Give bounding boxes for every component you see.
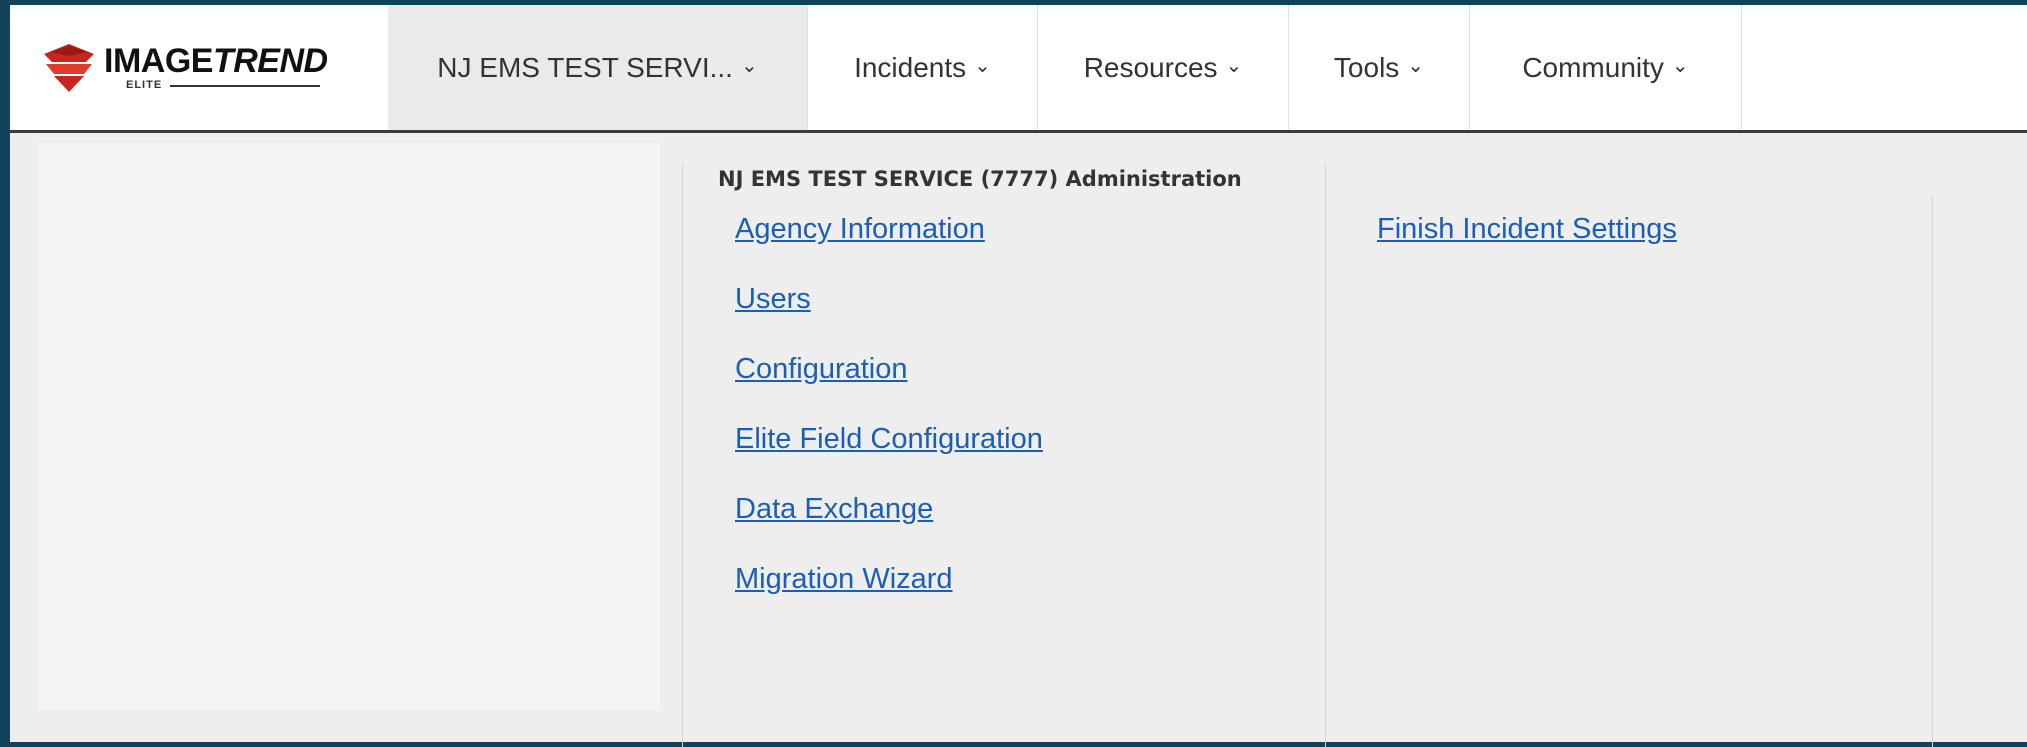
nav-item-label: Resources	[1083, 51, 1218, 83]
nav-item-label: Incidents	[854, 51, 967, 83]
chevron-down-icon: ⌄	[1407, 55, 1425, 77]
link-agency-information[interactable]: Agency Information	[735, 213, 985, 246]
chevron-down-icon: ⌄	[974, 55, 991, 77]
nav-item-community[interactable]: Community ⌄	[1470, 5, 1742, 130]
nav-item-label: Tools	[1333, 51, 1400, 83]
link-users[interactable]: Users	[735, 283, 811, 316]
link-configuration[interactable]: Configuration	[735, 353, 908, 386]
logo[interactable]: IMAGETREND ELITE	[10, 5, 388, 130]
link-finish-incident-settings[interactable]: Finish Incident Settings	[1377, 213, 1677, 246]
top-navigation: IMAGETREND ELITE NJ EMS TEST SERVI... ⌄ …	[10, 5, 2027, 133]
link-migration-wizard[interactable]: Migration Wizard	[735, 563, 953, 596]
app-frame: IMAGETREND ELITE NJ EMS TEST SERVI... ⌄ …	[10, 5, 2027, 747]
logo-brand-prefix: IMAGE	[104, 42, 213, 80]
nav-item-agency[interactable]: NJ EMS TEST SERVI... ⌄	[388, 5, 808, 130]
logo-wordmark: IMAGETREND	[104, 44, 328, 78]
column-divider	[1325, 163, 1326, 747]
dropdown-left-panel	[38, 143, 660, 710]
nav-item-label: NJ EMS TEST SERVI...	[437, 51, 733, 83]
nav-item-label: Community	[1522, 51, 1664, 83]
chevron-down-icon: ⌄	[740, 55, 758, 77]
column-divider	[1932, 195, 1933, 747]
imagetrend-logo-icon	[44, 43, 94, 92]
link-elite-field-configuration[interactable]: Elite Field Configuration	[735, 423, 1043, 456]
logo-rule	[170, 84, 321, 87]
nav-item-incidents[interactable]: Incidents ⌄	[808, 5, 1038, 130]
link-data-exchange[interactable]: Data Exchange	[735, 493, 933, 526]
chevron-down-icon: ⌄	[1225, 55, 1243, 77]
nav-item-resources[interactable]: Resources ⌄	[1038, 5, 1289, 130]
logo-elite-label: ELITE	[126, 79, 163, 91]
dropdown-heading: NJ EMS TEST SERVICE (7777) Administratio…	[718, 167, 1242, 191]
logo-brand-suffix: TREND	[212, 42, 328, 80]
column-divider	[682, 163, 683, 747]
nav-item-tools[interactable]: Tools ⌄	[1289, 5, 1470, 130]
chevron-down-icon: ⌄	[1671, 55, 1689, 77]
